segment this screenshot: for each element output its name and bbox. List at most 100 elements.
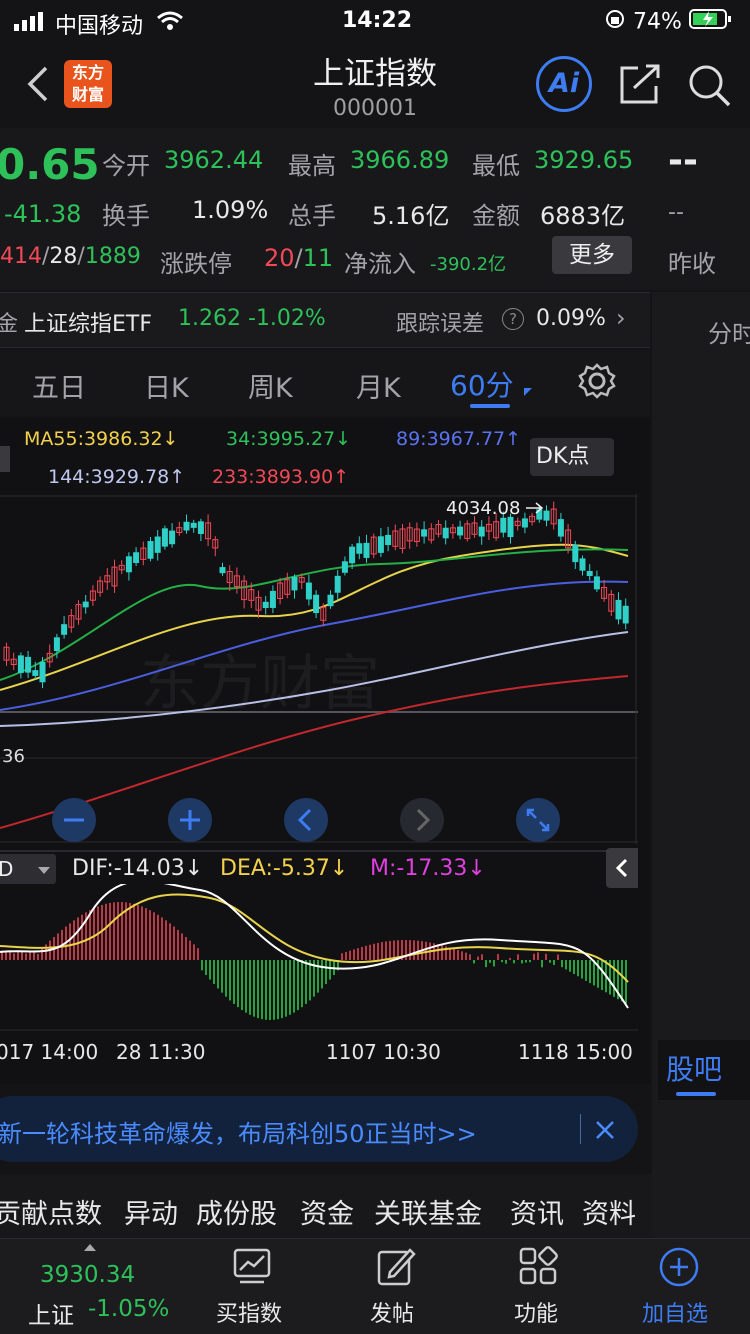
turnover-label: 换手 (102, 202, 150, 230)
amount-label: 金额 (472, 202, 520, 230)
expand-icon (526, 808, 550, 832)
add-watchlist-button[interactable] (658, 1246, 700, 1292)
status-bar: 中国移动 (14, 8, 184, 48)
dk-button[interactable]: DK点 (530, 438, 614, 476)
x-label-4: 1118 15:00 (518, 1040, 633, 1064)
more-button[interactable]: 更多 (552, 236, 632, 274)
tab-news[interactable]: 资讯 (510, 1192, 564, 1231)
ma233-label: 233:3893.90↑ (212, 466, 349, 488)
high-value: 3966.89 (350, 146, 450, 174)
tab-day-k[interactable]: 日K (144, 366, 189, 405)
candle (82, 601, 89, 608)
chevron-left-icon (297, 808, 312, 832)
amount-value: 6883亿 (540, 202, 626, 230)
tab-5day[interactable]: 五日 (32, 366, 86, 405)
ma89-text: 89:3967.77 (396, 428, 506, 450)
index-value[interactable]: 3930.34 (40, 1262, 135, 1288)
add-watchlist-label: 加自选 (642, 1302, 709, 1327)
indicator-name: D (0, 857, 14, 881)
open-label: 今开 (102, 152, 150, 180)
tab-components[interactable]: 成份股 (196, 1192, 277, 1231)
down-count: 1889 (84, 244, 141, 269)
caret-up-icon (84, 1244, 96, 1251)
ma144-arrow: ↑ (169, 466, 186, 488)
candle (39, 661, 46, 683)
candle (197, 521, 204, 535)
ai-button[interactable]: Ai (536, 56, 592, 112)
tab-week-k[interactable]: 周K (248, 366, 293, 405)
indicator-selector[interactable]: D (0, 854, 56, 884)
up-count: 414 (0, 244, 42, 269)
post-button[interactable] (376, 1246, 416, 1292)
index-change[interactable]: -1.05% (88, 1296, 169, 1322)
collapse-button[interactable] (606, 848, 638, 888)
dropdown-icon (38, 867, 50, 874)
scroll-left-button[interactable] (284, 798, 328, 842)
ma34-label: 34:3995.27↓ (226, 428, 351, 450)
share-icon (620, 64, 660, 104)
dea-label: DEA:-5.37↓ (220, 856, 348, 881)
m-text: M:-17.33 (370, 856, 468, 881)
sep: / (294, 244, 303, 272)
candle (521, 518, 528, 528)
scroll-right-button[interactable] (400, 798, 444, 842)
side-tab-fenshi[interactable]: 分时 (708, 314, 750, 349)
candle (543, 510, 550, 521)
banner-close-button[interactable] (592, 1114, 618, 1148)
dif-text: DIF:-14.03 (72, 856, 185, 881)
x-label-3: 1107 10:30 (326, 1040, 441, 1064)
candle (53, 637, 60, 652)
candle (507, 516, 514, 538)
index-name[interactable]: 上证 (28, 1296, 74, 1330)
prev-close-value: -- (668, 140, 698, 181)
fullscreen-button[interactable] (516, 798, 560, 842)
zoom-in-button[interactable] (168, 798, 212, 842)
m-label: M:-17.33↓ (370, 856, 486, 881)
tab-funds[interactable]: 资金 (300, 1192, 354, 1231)
tab-related-funds[interactable]: 关联基金 (374, 1192, 482, 1231)
search-button[interactable] (686, 62, 732, 112)
banner-text[interactable]: 新一轮科技革命爆发，布局科创50正当时>> (0, 1114, 477, 1149)
candle (349, 546, 356, 564)
dk-label: DK点 (536, 444, 590, 469)
tracking-label: 跟踪误差 (396, 312, 485, 337)
left-price-label: 36 (2, 746, 25, 767)
tab-movement[interactable]: 异动 (124, 1192, 178, 1231)
ma34-text: 34:3995.27 (226, 428, 336, 450)
functions-button[interactable] (518, 1246, 558, 1290)
etf-name: 上证综指ETF (24, 312, 152, 337)
settings-button[interactable] (578, 362, 616, 404)
prev-close-label: 昨收 (668, 250, 716, 278)
candle (586, 571, 593, 577)
candle (334, 575, 341, 593)
rotation-lock-icon (604, 8, 626, 36)
search-icon (689, 65, 731, 107)
open-value: 3962.44 (164, 146, 264, 174)
candle (557, 519, 564, 537)
tab-profile[interactable]: 资料 (582, 1192, 636, 1231)
candle (32, 670, 39, 676)
ma-selector[interactable] (0, 446, 10, 472)
guba-tab[interactable]: 股吧 (658, 1040, 750, 1100)
tab-60min[interactable]: 60分 (450, 364, 514, 404)
etf-price: 1.262 (178, 306, 241, 331)
ma233-text: 233:3893.90 (212, 466, 334, 488)
carrier-label: 中国移动 (55, 14, 144, 39)
candle (161, 528, 168, 547)
candle (305, 582, 312, 600)
flat-count: 28 (49, 244, 78, 269)
status-right: 74% (604, 8, 733, 48)
high-mark-label: 4034.08 (446, 498, 520, 519)
ma233-arrow: ↑ (333, 466, 350, 488)
tab-month-k[interactable]: 月K (356, 366, 401, 405)
macd-bars (1, 902, 627, 1020)
help-icon[interactable]: ? (502, 308, 524, 330)
zoom-out-button[interactable] (52, 798, 96, 842)
candle (133, 552, 140, 564)
inflow-value: -390.2亿 (430, 254, 507, 275)
candle (147, 541, 154, 559)
tab-contribution[interactable]: 贡献点数 (0, 1192, 102, 1231)
share-button[interactable] (618, 62, 662, 110)
candle (421, 529, 428, 537)
candle (269, 590, 276, 608)
